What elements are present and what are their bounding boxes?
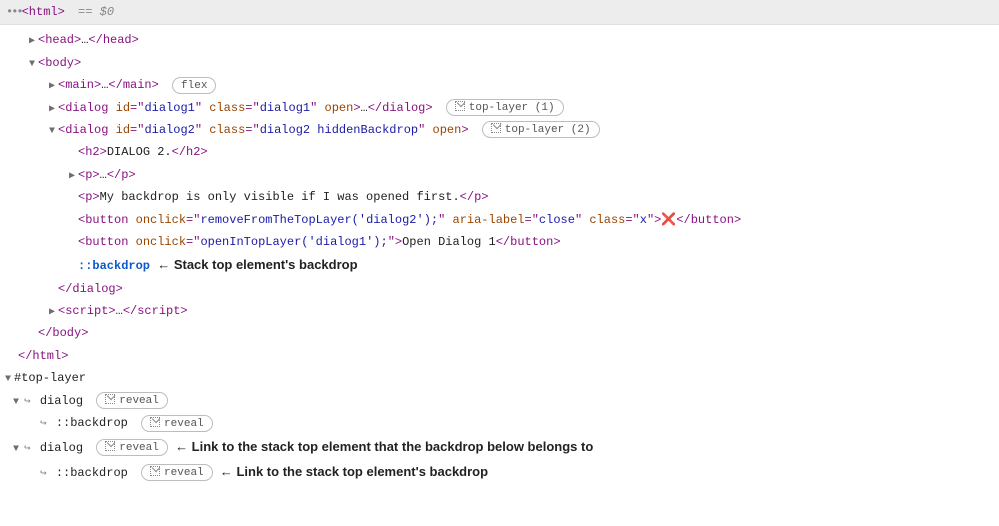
annotation-text: ← Stack top element's backdrop [157,257,357,272]
link-arrow-icon: ↪ [24,443,31,455]
node-body-close[interactable]: </body> [2,322,997,344]
node-p-backdrop-text[interactable]: <p>My backdrop is only visible if I was … [2,186,997,208]
expand-toggle[interactable]: ▼ [10,441,22,458]
dom-tree[interactable]: ▶<head>…</head> ▼<body> ▶<main>…</main> … [0,25,999,492]
node-button-open-dialog1[interactable]: <button onclick="openInTopLayer('dialog1… [2,231,997,253]
selected-node-hint: == $0 [78,5,114,19]
node-dialog1[interactable]: ▶<dialog id="dialog1" class="dialog1" op… [2,97,997,119]
expand-toggle[interactable]: ▼ [10,394,22,411]
reveal-button[interactable]: reveal [96,392,168,409]
top-layer-badge-2[interactable]: top-layer (2) [482,121,600,138]
arrow-icon [105,441,115,451]
arrow-icon [150,466,160,476]
top-layer-dialog-2[interactable]: ▼↪ dialog reveal ← Link to the stack top… [2,435,997,460]
expand-toggle[interactable]: ▶ [26,33,38,50]
top-layer-badge-1[interactable]: top-layer (1) [446,99,564,116]
flex-badge[interactable]: flex [172,77,216,94]
reveal-button[interactable]: reveal [96,439,168,456]
expand-toggle[interactable]: ▶ [66,168,78,185]
arrow-icon [455,101,465,111]
node-body-open[interactable]: ▼<body> [2,52,997,74]
node-head[interactable]: ▶<head>…</head> [2,29,997,51]
arrow-icon [491,123,501,133]
node-html-close[interactable]: </html> [2,345,997,367]
expand-toggle[interactable]: ▼ [46,123,58,140]
node-button-close[interactable]: <button onclick="removeFromTheTopLayer('… [2,209,997,231]
node-script[interactable]: ▶<script>…</script> [2,300,997,322]
node-dialog2-open[interactable]: ▼<dialog id="dialog2" class="dialog2 hid… [2,119,997,141]
top-layer-backdrop-1[interactable]: ↪ ::backdrop reveal [2,412,997,435]
node-backdrop-pseudo[interactable]: ::backdrop ← Stack top element's backdro… [2,253,997,277]
ellipsis-icon: ••• [6,5,22,19]
reveal-button[interactable]: reveal [141,415,213,432]
expand-toggle[interactable]: ▼ [2,371,14,388]
annotation-text: ← Link to the stack top element that the… [175,439,593,454]
expand-toggle[interactable]: ▼ [26,56,38,73]
annotation-text: ← Link to the stack top element's backdr… [220,464,488,479]
expand-toggle[interactable]: ▶ [46,101,58,118]
link-arrow-icon: ↪ [40,418,47,430]
arrow-icon [150,417,160,427]
node-p-collapsed[interactable]: ▶<p>…</p> [2,164,997,186]
node-main[interactable]: ▶<main>…</main> flex [2,74,997,96]
link-arrow-icon: ↪ [40,468,47,480]
root-tag[interactable]: <html> [22,5,65,19]
top-layer-dialog-1[interactable]: ▼↪ dialog reveal [2,390,997,413]
node-h2[interactable]: <h2>DIALOG 2.</h2> [2,141,997,163]
devtools-selector-bar: •••<html> == $0 [0,0,999,25]
top-layer-backdrop-2[interactable]: ↪ ::backdrop reveal ← Link to the stack … [2,460,997,485]
expand-toggle[interactable]: ▶ [46,304,58,321]
top-layer-header[interactable]: ▼#top-layer [2,367,997,389]
x-icon: ❌ [661,213,676,227]
arrow-icon [105,394,115,404]
node-dialog2-close[interactable]: </dialog> [2,278,997,300]
link-arrow-icon: ↪ [24,396,31,408]
reveal-button[interactable]: reveal [141,464,213,481]
expand-toggle[interactable]: ▶ [46,78,58,95]
